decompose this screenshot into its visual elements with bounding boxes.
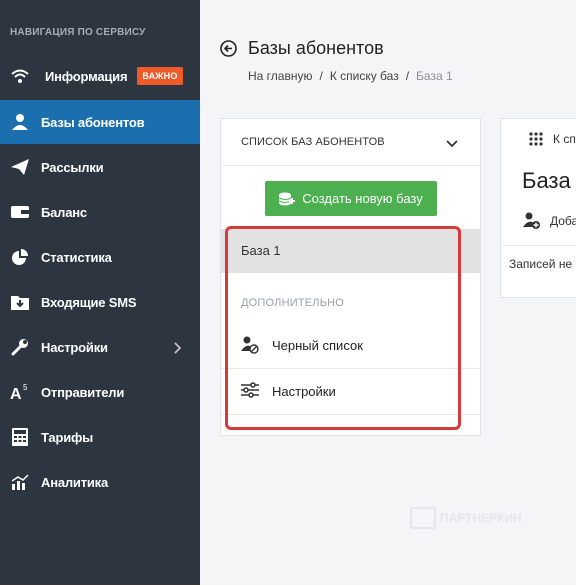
sidebar-item-label: Информация — [45, 68, 128, 84]
sidebar-item-balance[interactable]: Баланс — [0, 190, 200, 234]
sidebar-item-label: Базы абонентов — [41, 114, 145, 130]
add-subscriber-link[interactable]: Доба — [550, 214, 576, 228]
sidebar-item-statistics[interactable]: Статистика — [0, 235, 200, 279]
panel-header[interactable]: СПИСОК БАЗ АБОНЕНТОВ — [221, 119, 480, 166]
breadcrumb: На главную / К списку баз / База 1 — [248, 69, 453, 83]
sidebar-item-analytics[interactable]: Аналитика — [0, 460, 200, 504]
wrench-icon — [10, 337, 30, 357]
pie-chart-icon — [10, 247, 30, 267]
breadcrumb-base-list[interactable]: К списку баз — [330, 69, 399, 83]
wallet-icon — [10, 202, 30, 222]
sidebar-item-label: Рассылки — [41, 159, 104, 175]
calculator-icon — [10, 427, 30, 447]
watermark-logo-icon — [410, 507, 436, 529]
add-user-icon[interactable] — [523, 212, 541, 235]
back-to-list-link[interactable]: К сп — [553, 132, 576, 146]
svg-text:5: 5 — [23, 383, 28, 392]
watermark: ПАРТНЕРКИН — [410, 507, 522, 529]
sidebar-item-label: Входящие SMS — [41, 294, 137, 310]
divider — [501, 245, 576, 246]
watermark-text: ПАРТНЕРКИН — [440, 511, 522, 525]
create-base-button[interactable]: Создать новую базу — [265, 181, 437, 216]
analytics-icon — [10, 472, 30, 492]
sidebar-item-label: Аналитика — [41, 474, 109, 490]
sidebar-item-settings[interactable]: Настройки — [0, 325, 200, 369]
sidebar: НАВИГАЦИЯ ПО СЕРВИСУ Информация ВАЖНО Ба… — [0, 0, 200, 585]
sidebar-item-senders[interactable]: A5 Отправители — [0, 370, 200, 414]
database-plus-icon — [279, 192, 296, 205]
page-title: Базы абонентов — [248, 38, 384, 58]
breadcrumb-separator: / — [405, 69, 410, 83]
breadcrumb-separator: / — [319, 69, 323, 83]
send-icon — [10, 157, 30, 177]
sidebar-item-tariffs[interactable]: Тарифы — [0, 415, 200, 459]
sidebar-item-mailings[interactable]: Рассылки — [0, 145, 200, 189]
sidebar-item-label: Тарифы — [41, 429, 94, 445]
panel-title: СПИСОК БАЗ АБОНЕНТОВ — [241, 136, 385, 148]
records-status: Записей не — [509, 257, 573, 271]
sidebar-item-info[interactable]: Информация ВАЖНО — [0, 54, 200, 98]
sidebar-item-label: Отправители — [41, 384, 125, 400]
sidebar-item-subscriber-bases[interactable]: Базы абонентов — [0, 100, 200, 144]
sidebar-item-label: Статистика — [41, 249, 112, 265]
sidebar-item-incoming-sms[interactable]: Входящие SMS — [0, 280, 200, 324]
base-detail-panel: К сп База Доба Записей не — [500, 118, 576, 298]
important-badge: ВАЖНО — [137, 67, 183, 85]
wifi-icon — [10, 66, 30, 86]
back-arrow-icon[interactable] — [220, 40, 237, 62]
sidebar-item-label: Баланс — [41, 204, 87, 220]
create-base-label: Создать новую базу — [302, 191, 423, 206]
breadcrumb-current: База 1 — [416, 69, 453, 83]
sender-icon: A5 — [10, 382, 30, 402]
svg-text:A: A — [10, 386, 22, 401]
inbox-icon — [10, 292, 30, 312]
sidebar-heading: НАВИГАЦИЯ ПО СЕРВИСУ — [10, 27, 146, 38]
base-title: База — [522, 168, 571, 193]
breadcrumb-home[interactable]: На главную — [248, 69, 312, 83]
highlight-frame — [225, 226, 461, 430]
grid-icon — [529, 132, 543, 151]
sidebar-item-label: Настройки — [41, 339, 108, 355]
chevron-right-icon — [174, 341, 182, 359]
chevron-down-icon[interactable] — [446, 135, 458, 153]
user-icon — [10, 112, 30, 132]
